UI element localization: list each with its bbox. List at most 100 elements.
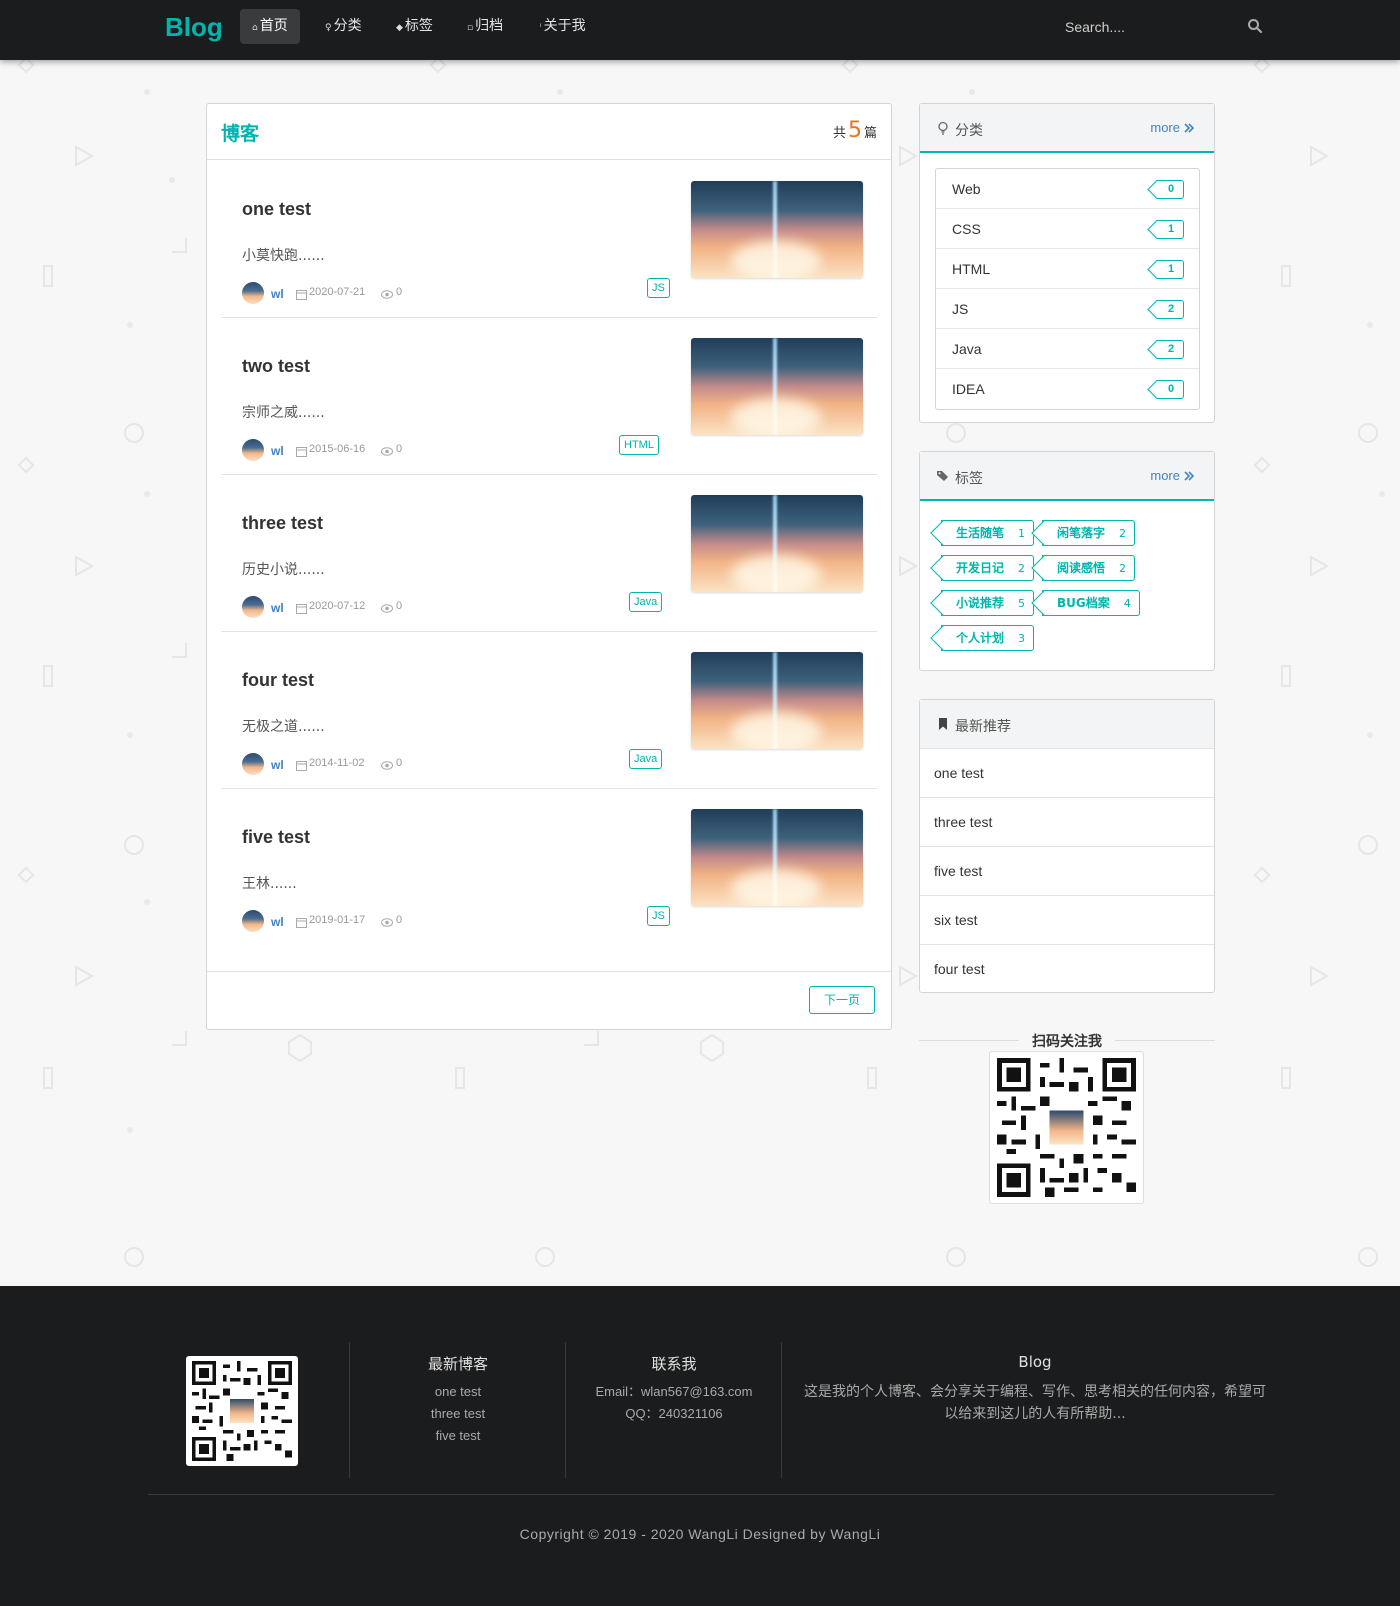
post-title[interactable]: one test: [242, 199, 311, 220]
category-name: JS: [952, 301, 969, 317]
recommend-item-label: one test: [934, 765, 984, 781]
recommend-item[interactable]: three test: [920, 797, 1214, 846]
calendar-icon: [296, 447, 307, 457]
post-category-label[interactable]: JS: [647, 906, 670, 926]
footer-latest-link[interactable]: one test: [358, 1381, 558, 1403]
count-prefix: 共: [832, 126, 846, 141]
post-item[interactable]: one test 小莫快跑...... wl 2020-07-21 0 JS: [221, 161, 877, 318]
nav-item-tags[interactable]: ◆ 标签: [384, 9, 445, 44]
next-page-button[interactable]: 下一页: [809, 986, 875, 1014]
post-item[interactable]: three test 历史小说...... wl 2020-07-12 0 Ja…: [221, 475, 877, 632]
category-count-badge: 1: [1156, 220, 1184, 239]
footer-latest-link[interactable]: five test: [358, 1425, 558, 1447]
category-list: Web 0 CSS 1 HTML 1 JS 2 Java 2 IDEA 0: [935, 168, 1200, 410]
category-count-badge: 2: [1156, 300, 1184, 319]
category-item[interactable]: JS 2: [936, 289, 1199, 329]
post-title[interactable]: four test: [242, 670, 314, 691]
post-date: 2020-07-12: [309, 600, 366, 612]
nav-item-categories[interactable]: ♀ 分类: [313, 9, 374, 44]
category-name: HTML: [952, 261, 991, 277]
nav-item-label: 标签: [404, 18, 433, 34]
post-category-label[interactable]: JS: [647, 278, 670, 298]
nav-item-archive[interactable]: ▫ 归档: [455, 9, 515, 44]
divider: [148, 1494, 1274, 1495]
post-thumbnail[interactable]: [691, 495, 863, 592]
post-author[interactable]: wl: [271, 601, 284, 615]
search-icon[interactable]: [1247, 18, 1263, 34]
post-item[interactable]: five test 王林...... wl 2019-01-17 0 JS: [221, 789, 877, 946]
post-item[interactable]: four test 无极之道...... wl 2014-11-02 0 Jav…: [221, 632, 877, 789]
post-thumbnail[interactable]: [691, 809, 863, 906]
post-title[interactable]: two test: [242, 356, 310, 377]
brand-logo[interactable]: Blog: [165, 12, 223, 43]
double-chevron-right-icon[interactable]: [1184, 471, 1194, 481]
post-item[interactable]: two test 宗师之威...... wl 2015-06-16 0 HTML: [221, 318, 877, 475]
recommend-item-label: three test: [934, 814, 993, 830]
post-views: 0: [396, 443, 403, 455]
tag-count: 5: [1018, 597, 1026, 610]
info-icon: ⁱ: [540, 23, 542, 33]
panel-title: 最新推荐: [955, 719, 1011, 735]
category-item[interactable]: HTML 1: [936, 249, 1199, 289]
category-name: Web: [952, 181, 981, 197]
nav-item-home[interactable]: ⌂ 首页: [240, 9, 300, 44]
tag-chip[interactable]: 个人计划 3: [941, 625, 1035, 651]
categories-panel-header: 分类 more: [920, 104, 1214, 153]
tag-chip[interactable]: 阅读感悟 2: [1042, 555, 1136, 581]
category-count-badge: 1: [1156, 260, 1184, 279]
footer-latest-link[interactable]: three test: [358, 1403, 558, 1425]
avatar: [242, 596, 264, 618]
tag-chip[interactable]: BUG档案 4: [1042, 590, 1140, 616]
post-meta: wl 2015-06-16 0: [242, 439, 662, 463]
post-category-label[interactable]: HTML: [619, 435, 659, 455]
category-item[interactable]: CSS 1: [936, 209, 1199, 249]
tag-chip[interactable]: 小说推荐 5: [941, 590, 1035, 616]
qr-code-icon: [192, 1361, 292, 1461]
recommend-item[interactable]: five test: [920, 846, 1214, 895]
post-author[interactable]: wl: [271, 287, 284, 301]
footer-about-text: 这是我的个人博客、会分享关于编程、写作、思考相关的任何内容，希望可以给来到这儿的…: [804, 1384, 1266, 1422]
search-input[interactable]: [1065, 12, 1240, 42]
tags-panel-header: 标签 more: [920, 452, 1214, 501]
tag-chip[interactable]: 生活随笔 1: [941, 520, 1035, 546]
post-thumbnail[interactable]: [691, 181, 863, 278]
home-icon: ⌂: [252, 23, 258, 33]
divider: [781, 1342, 782, 1478]
bookmark-icon: [939, 718, 947, 730]
tag-chip[interactable]: 闲笔落字 2: [1042, 520, 1136, 546]
nav-item-label: 首页: [259, 18, 288, 34]
post-date: 2019-01-17: [309, 914, 366, 926]
category-item[interactable]: Web 0: [936, 169, 1199, 209]
post-thumbnail[interactable]: [691, 652, 863, 749]
post-author[interactable]: wl: [271, 444, 284, 458]
tag-chip[interactable]: 开发日记 2: [941, 555, 1035, 581]
nav-item-label: 关于我: [543, 18, 586, 34]
nav-item-about[interactable]: ⁱ 关于我: [528, 9, 598, 44]
category-item[interactable]: IDEA 0: [936, 369, 1199, 409]
tag-name: 生活随笔: [956, 526, 1005, 540]
post-thumbnail[interactable]: [691, 338, 863, 435]
post-category-label[interactable]: Java: [629, 592, 663, 612]
post-title[interactable]: five test: [242, 827, 310, 848]
post-title[interactable]: three test: [242, 513, 323, 534]
blog-list-header: 博客 共5 篇: [207, 104, 891, 160]
post-description: 宗师之威......: [242, 405, 325, 421]
tags-more-link[interactable]: more: [1150, 468, 1180, 483]
tag-count: 2: [1018, 562, 1026, 575]
post-author[interactable]: wl: [271, 915, 284, 929]
post-date: 2020-07-21: [309, 286, 366, 298]
calendar-icon: [296, 604, 307, 614]
footer-contact-title: 联系我: [651, 1355, 697, 1373]
double-chevron-right-icon[interactable]: [1184, 123, 1194, 133]
recommend-item[interactable]: four test: [920, 944, 1214, 993]
category-count-badge: 0: [1156, 180, 1184, 199]
post-author[interactable]: wl: [271, 758, 284, 772]
categories-more-link[interactable]: more: [1150, 120, 1180, 135]
post-views: 0: [396, 286, 403, 298]
recommend-item[interactable]: six test: [920, 895, 1214, 944]
category-item[interactable]: Java 2: [936, 329, 1199, 369]
footer-latest-title: 最新博客: [427, 1355, 488, 1373]
recommend-item[interactable]: one test: [920, 748, 1214, 797]
post-category-label[interactable]: Java: [629, 749, 663, 769]
calendar-icon: [296, 290, 307, 300]
